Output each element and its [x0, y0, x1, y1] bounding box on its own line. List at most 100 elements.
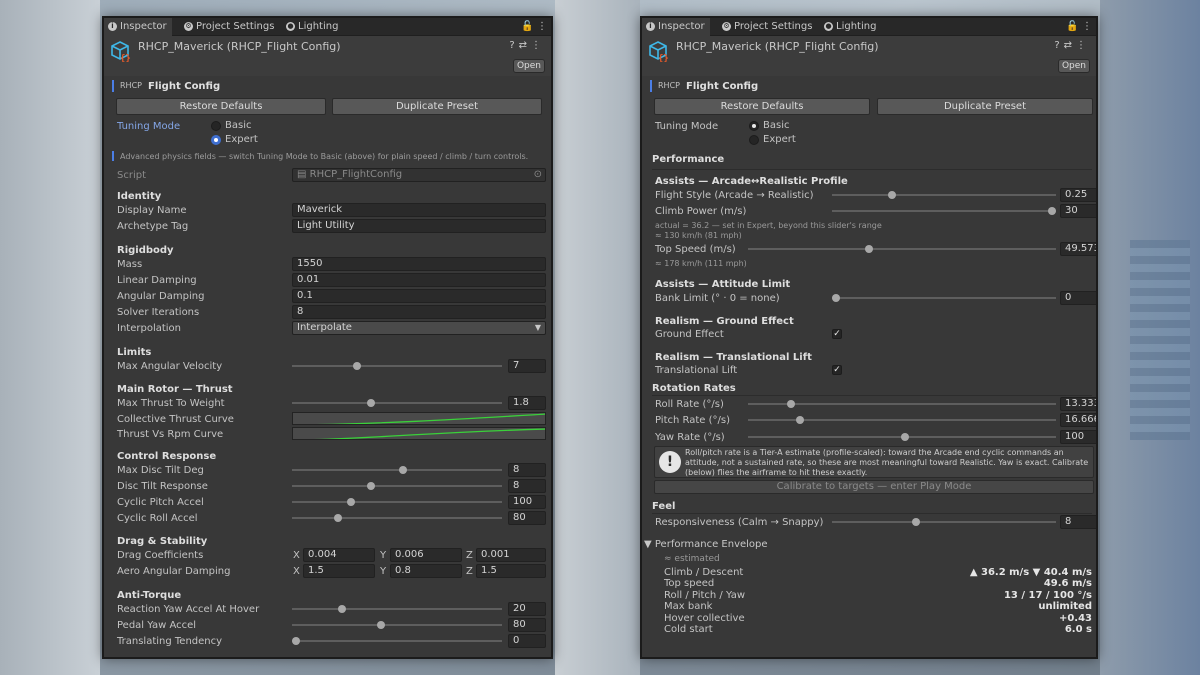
archetype-tag-field[interactable]: Light Utility — [292, 219, 546, 233]
slider-track[interactable] — [292, 365, 502, 367]
bank-limit-slider[interactable] — [832, 291, 1056, 305]
slider-track[interactable] — [292, 485, 502, 487]
flight-style-slider[interactable] — [832, 188, 1056, 202]
radio-basic[interactable] — [749, 121, 759, 131]
translational-lift-checkbox[interactable]: ✓ — [832, 365, 842, 375]
slider-track[interactable] — [832, 210, 1056, 212]
max-thrust-field[interactable]: 1.8 — [508, 396, 546, 410]
aero-z-field[interactable]: 1.5 — [476, 564, 546, 578]
tab-menu-icons[interactable]: 🔓 ⋮ — [521, 18, 547, 36]
angular-damping-field[interactable]: 0.1 — [292, 289, 546, 303]
max-angular-velocity-field[interactable]: 7 — [508, 359, 546, 373]
cyclic-pitch-slider[interactable] — [292, 495, 502, 509]
slider-track[interactable] — [292, 402, 502, 404]
max-disc-tilt-slider[interactable] — [292, 463, 502, 477]
slider-track[interactable] — [292, 501, 502, 503]
slider-track[interactable] — [292, 469, 502, 471]
cyclic-pitch-field[interactable]: 100 — [508, 495, 546, 509]
aero-y-field[interactable]: 0.8 — [390, 564, 462, 578]
drag-coef-z-field[interactable]: 0.001 — [476, 548, 546, 562]
interpolation-dropdown[interactable]: Interpolate ▼ — [292, 321, 546, 335]
restore-defaults-button[interactable]: Restore Defaults — [654, 98, 870, 115]
slider-thumb[interactable] — [366, 482, 375, 490]
cyclic-roll-slider[interactable] — [292, 511, 502, 525]
responsiveness-slider[interactable] — [832, 515, 1056, 529]
slider-thumb[interactable] — [796, 416, 804, 424]
slider-thumb[interactable] — [334, 514, 343, 522]
duplicate-preset-button[interactable]: Duplicate Preset — [877, 98, 1093, 115]
slider-thumb[interactable] — [865, 245, 873, 253]
calibrate-button[interactable]: Calibrate to targets — enter Play Mode — [654, 480, 1094, 494]
mass-field[interactable]: 1550 — [292, 257, 546, 271]
yaw-rate-slider[interactable] — [748, 430, 1056, 444]
radio-basic[interactable] — [211, 121, 221, 131]
linear-damping-field[interactable]: 0.01 — [292, 273, 546, 287]
roll-rate-slider[interactable] — [748, 397, 1056, 411]
slider-track[interactable] — [748, 248, 1056, 250]
max-thrust-slider[interactable] — [292, 396, 502, 410]
slider-track[interactable] — [832, 521, 1056, 523]
slider-thumb[interactable] — [366, 399, 375, 407]
solver-iterations-field[interactable]: 8 — [292, 305, 546, 319]
max-angular-velocity-slider[interactable] — [292, 359, 502, 373]
display-name-field[interactable]: Maverick — [292, 203, 546, 217]
max-disc-tilt-field[interactable]: 8 — [508, 463, 546, 477]
open-button[interactable]: Open — [1058, 59, 1090, 73]
slider-track[interactable] — [832, 194, 1056, 196]
top-speed-slider[interactable] — [748, 242, 1056, 256]
translating-tendency-field[interactable]: 0 — [508, 634, 546, 648]
open-button[interactable]: Open — [513, 59, 545, 73]
slider-track[interactable] — [832, 297, 1056, 299]
pedal-yaw-field[interactable]: 80 — [508, 618, 546, 632]
climb-power-slider[interactable] — [832, 204, 1056, 218]
disc-tilt-response-slider[interactable] — [292, 479, 502, 493]
pitch-rate-slider[interactable] — [748, 413, 1056, 427]
slider-track[interactable] — [292, 624, 502, 626]
tab-project-settings[interactable]: ⚙ Project Settings — [718, 18, 818, 36]
ground-effect-checkbox[interactable]: ✓ — [832, 329, 842, 339]
cyclic-roll-field[interactable]: 80 — [508, 511, 546, 525]
slider-thumb[interactable] — [901, 433, 909, 441]
restore-defaults-button[interactable]: Restore Defaults — [116, 98, 326, 115]
slider-track[interactable] — [748, 419, 1056, 421]
thrust-rpm-curve[interactable] — [292, 427, 546, 440]
header-icons[interactable]: ?⇄⋮ — [509, 40, 545, 51]
reaction-yaw-field[interactable]: 20 — [508, 602, 546, 616]
aero-x-field[interactable]: 1.5 — [303, 564, 375, 578]
envelope-foldout[interactable]: ▼ Performance Envelope — [644, 539, 768, 550]
radio-expert[interactable] — [211, 135, 221, 145]
tab-menu-icons[interactable]: 🔓 ⋮ — [1066, 18, 1092, 36]
slider-track[interactable] — [292, 640, 502, 642]
pedal-yaw-slider[interactable] — [292, 618, 502, 632]
slider-thumb[interactable] — [911, 518, 920, 526]
slider-thumb[interactable] — [399, 466, 408, 474]
slider-thumb[interactable] — [292, 637, 300, 645]
roll-rate-field[interactable]: 13.3333 — [1060, 397, 1096, 411]
radio-expert[interactable] — [749, 135, 759, 145]
drag-coef-x-field[interactable]: 0.004 — [303, 548, 375, 562]
tab-lighting[interactable]: ● Lighting — [282, 18, 352, 36]
header-icons[interactable]: ?⇄⋮ — [1054, 40, 1090, 51]
tab-lighting[interactable]: ● Lighting — [820, 18, 890, 36]
slider-thumb[interactable] — [787, 400, 795, 408]
slider-track[interactable] — [292, 517, 502, 519]
responsiveness-field[interactable]: 8 — [1060, 515, 1096, 529]
slider-thumb[interactable] — [338, 605, 347, 613]
duplicate-preset-button[interactable]: Duplicate Preset — [332, 98, 542, 115]
slider-thumb[interactable] — [1048, 207, 1056, 215]
flight-style-field[interactable]: 0.25 — [1060, 188, 1096, 202]
slider-thumb[interactable] — [376, 621, 385, 629]
slider-thumb[interactable] — [832, 294, 840, 302]
bank-limit-field[interactable]: 0 — [1060, 291, 1096, 305]
collective-thrust-curve[interactable] — [292, 412, 546, 425]
reaction-yaw-slider[interactable] — [292, 602, 502, 616]
climb-power-field[interactable]: 30 — [1060, 204, 1096, 218]
translating-tendency-slider[interactable] — [292, 634, 502, 648]
top-speed-field[interactable]: 49.573 — [1060, 242, 1096, 256]
drag-coef-y-field[interactable]: 0.006 — [390, 548, 462, 562]
tab-inspector[interactable]: i Inspector — [642, 18, 710, 36]
pitch-rate-field[interactable]: 16.6666 — [1060, 413, 1096, 427]
slider-thumb[interactable] — [346, 498, 355, 506]
slider-track[interactable] — [292, 608, 502, 610]
tab-project-settings[interactable]: ⚙ Project Settings — [180, 18, 280, 36]
